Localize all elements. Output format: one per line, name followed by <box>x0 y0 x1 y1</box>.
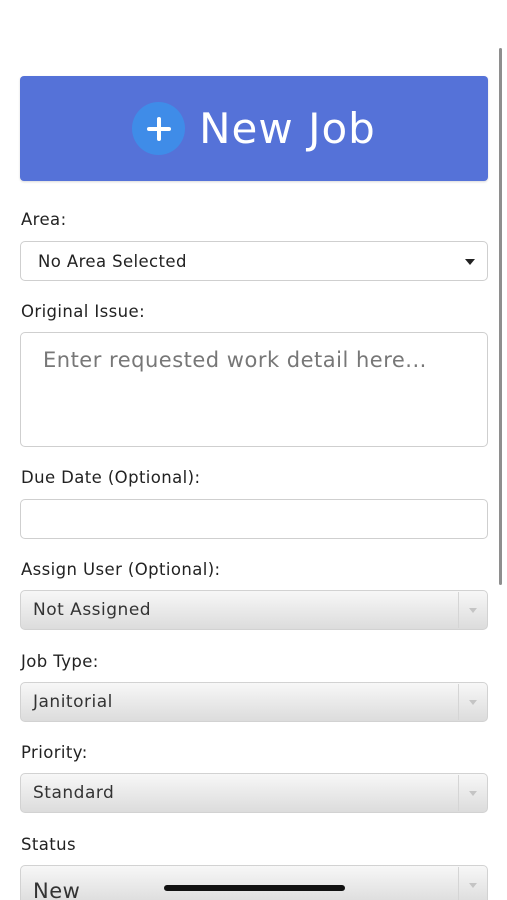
priority-value: Standard <box>33 783 115 803</box>
chevron-down-icon <box>469 700 477 705</box>
job-type-select[interactable]: Janitorial <box>20 682 488 722</box>
scrollbar[interactable] <box>499 48 502 585</box>
original-issue-label: Original Issue: <box>21 302 146 321</box>
priority-label: Priority: <box>21 743 88 762</box>
select-divider <box>458 592 459 628</box>
priority-select[interactable]: Standard <box>20 773 488 813</box>
select-divider <box>458 867 459 900</box>
status-value: New <box>33 879 81 900</box>
new-job-button-label: New Job <box>199 104 376 153</box>
chevron-down-icon <box>469 883 477 888</box>
new-job-button[interactable]: New Job <box>20 76 488 181</box>
status-select[interactable]: New <box>20 865 488 900</box>
select-divider <box>458 775 459 811</box>
assign-user-value: Not Assigned <box>33 600 152 620</box>
caret-down-icon <box>465 259 475 265</box>
due-date-label: Due Date (Optional): <box>21 468 201 487</box>
job-type-value: Janitorial <box>33 692 113 712</box>
new-job-screen: New Job Area: No Area Selected Original … <box>0 0 507 900</box>
status-label: Status <box>21 835 76 854</box>
chevron-down-icon <box>469 608 477 613</box>
area-select[interactable]: No Area Selected <box>20 241 488 281</box>
chevron-down-icon <box>469 791 477 796</box>
assign-user-select[interactable]: Not Assigned <box>20 590 488 630</box>
area-select-value: No Area Selected <box>38 251 187 271</box>
plus-circle-icon <box>132 102 186 155</box>
job-type-label: Job Type: <box>21 652 99 671</box>
home-indicator[interactable] <box>164 885 345 891</box>
original-issue-textarea[interactable]: Enter requested work detail here... <box>20 332 488 447</box>
area-label: Area: <box>21 210 67 229</box>
original-issue-placeholder: Enter requested work detail here... <box>43 348 427 372</box>
due-date-input[interactable] <box>20 499 488 539</box>
select-divider <box>458 684 459 720</box>
assign-user-label: Assign User (Optional): <box>21 560 221 579</box>
